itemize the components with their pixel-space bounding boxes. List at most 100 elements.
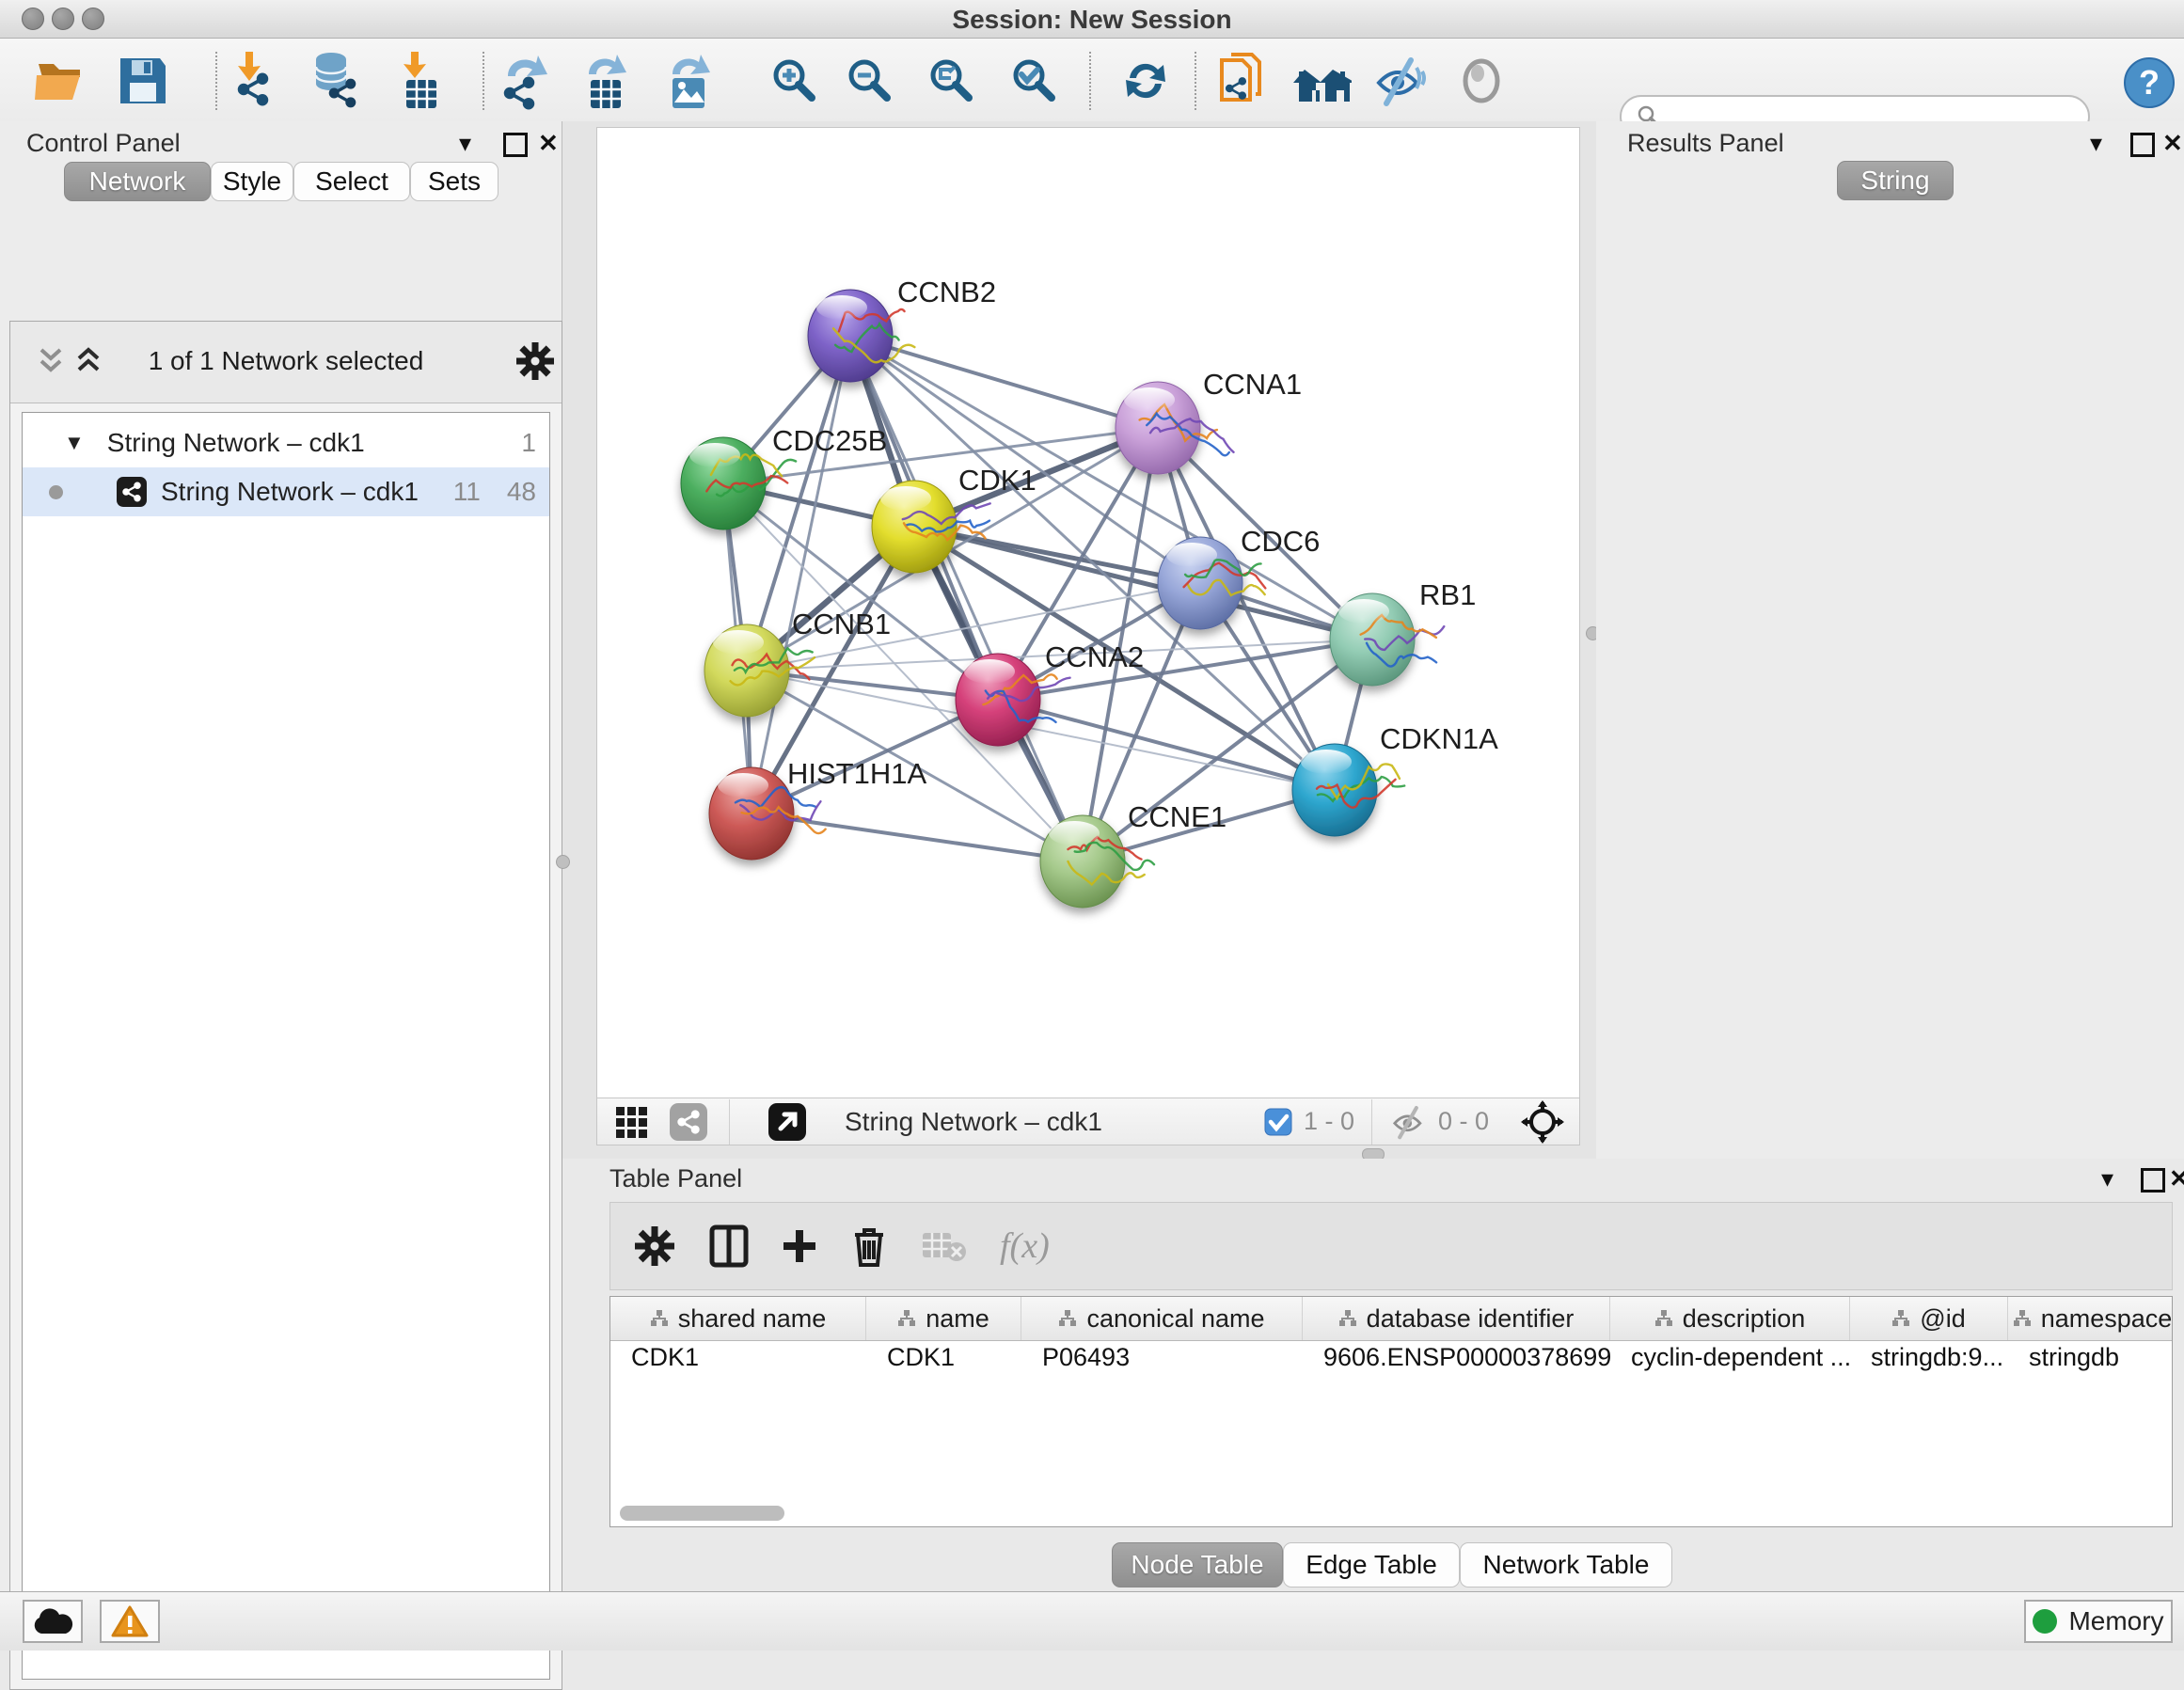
- zoom-fit-icon: [933, 62, 969, 98]
- node-label-HIST1H1A: HIST1H1A: [787, 757, 926, 790]
- hide-selected-button[interactable]: [1368, 50, 1430, 112]
- memory-status-dot-icon: [2033, 1609, 2057, 1634]
- export-network-icon: [504, 55, 547, 109]
- column-header-namespace[interactable]: namespace: [2008, 1297, 2172, 1340]
- node-label-CCNA1: CCNA1: [1203, 368, 1302, 401]
- table-cell[interactable]: P06493: [1021, 1343, 1303, 1379]
- export-image-button[interactable]: [656, 50, 718, 112]
- node-label-RB1: RB1: [1419, 578, 1476, 611]
- tab-sets[interactable]: Sets: [410, 162, 499, 201]
- table-cell[interactable]: CDK1: [610, 1343, 866, 1379]
- selected-checkbox-icon[interactable]: [1264, 1108, 1292, 1136]
- node-label-CCNE1: CCNE1: [1128, 800, 1227, 833]
- network-collection-row[interactable]: ▼ String Network – cdk1 1: [23, 419, 549, 467]
- panel-menu-caret-icon[interactable]: ▾: [2101, 1164, 2113, 1193]
- panel-menu-caret-icon[interactable]: ▾: [459, 129, 471, 158]
- home-button[interactable]: [1290, 50, 1353, 112]
- panel-float-icon[interactable]: [2130, 133, 2155, 157]
- cloud-button[interactable]: [23, 1600, 83, 1643]
- panel-close-icon[interactable]: ✕: [2169, 1164, 2184, 1193]
- panel-close-icon[interactable]: ✕: [538, 129, 559, 158]
- node-CDKN1A[interactable]: CDKN1A: [1292, 722, 1498, 836]
- save-session-button[interactable]: [112, 50, 174, 112]
- column-header-databaseidentifier[interactable]: database identifier: [1303, 1297, 1610, 1340]
- node-RB1[interactable]: RB1: [1330, 578, 1476, 686]
- network-graph[interactable]: CCNB2CCNA1CDC25BCDK1CDC6RB1CCNB1CCNA2CDK…: [597, 128, 1579, 1098]
- import-network-file-button[interactable]: [223, 50, 285, 112]
- open-folder-icon: [33, 55, 91, 107]
- table-cell[interactable]: stringdb:9...: [1850, 1343, 2008, 1379]
- show-columns-icon[interactable]: [708, 1224, 750, 1269]
- warnings-button[interactable]: [100, 1600, 160, 1643]
- network-canvas[interactable]: CCNB2CCNA1CDC25BCDK1CDC6RB1CCNB1CCNA2CDK…: [596, 127, 1580, 1098]
- horizontal-scrollbar[interactable]: [620, 1506, 784, 1521]
- edge-HIST1H1A-CCNE1[interactable]: [752, 813, 1083, 861]
- panel-close-icon[interactable]: ✕: [2162, 129, 2183, 158]
- export-network-button[interactable]: [493, 50, 555, 112]
- node-CCNE1[interactable]: CCNE1: [1040, 800, 1227, 908]
- edge-CCNB2-HIST1H1A[interactable]: [752, 336, 850, 813]
- import-network-database-button[interactable]: [303, 50, 365, 112]
- open-in-window-icon[interactable]: [768, 1102, 807, 1142]
- zoom-out-button[interactable]: [839, 50, 901, 112]
- panel-menu-caret-icon[interactable]: ▾: [2090, 129, 2102, 158]
- export-table-button[interactable]: [574, 50, 636, 112]
- pan-crosshair-icon[interactable]: [1521, 1100, 1564, 1144]
- zoom-fit-button[interactable]: [921, 50, 983, 112]
- help-icon: ?: [2122, 55, 2176, 110]
- import-network-icon: [238, 52, 268, 105]
- tab-node-table[interactable]: Node Table: [1112, 1542, 1283, 1587]
- zoom-in-button[interactable]: [764, 50, 826, 112]
- duplicate-style-button[interactable]: [1211, 50, 1274, 112]
- toolbar-separator: [483, 52, 484, 110]
- svg-text:?: ?: [2139, 63, 2160, 102]
- import-table-file-button[interactable]: [388, 50, 450, 112]
- gear-icon[interactable]: [514, 340, 556, 382]
- panel-float-icon[interactable]: [503, 133, 528, 157]
- node-count: 11: [453, 477, 481, 507]
- node-table[interactable]: shared namenamecanonical namedatabase id…: [609, 1296, 2173, 1527]
- node-label-CDC6: CDC6: [1241, 525, 1320, 558]
- main-toolbar: ?: [0, 39, 2184, 122]
- node-CCNA1[interactable]: CCNA1: [1116, 368, 1302, 474]
- tab-network-table[interactable]: Network Table: [1460, 1542, 1672, 1587]
- add-column-icon[interactable]: [780, 1226, 819, 1266]
- panel-float-icon[interactable]: [2141, 1168, 2165, 1192]
- open-session-button[interactable]: [31, 50, 93, 112]
- table-row[interactable]: CDK1CDK1P064939606.ENSP00000378699cyclin…: [610, 1343, 2172, 1379]
- tab-network[interactable]: Network: [64, 162, 211, 201]
- network-row[interactable]: String Network – cdk1 11 48: [23, 467, 549, 516]
- memory-button[interactable]: Memory: [2024, 1600, 2173, 1643]
- column-header-sharedname[interactable]: shared name: [610, 1297, 866, 1340]
- column-header-description[interactable]: description: [1610, 1297, 1850, 1340]
- splitter-handle[interactable]: [556, 855, 570, 869]
- table-cell[interactable]: stringdb: [2008, 1343, 2172, 1379]
- apply-layout-button[interactable]: [1115, 50, 1177, 112]
- grid-view-icon[interactable]: [614, 1103, 652, 1141]
- tree-expand-caret-icon[interactable]: ▼: [64, 431, 85, 455]
- column-header-id[interactable]: @id: [1850, 1297, 2008, 1340]
- houses-icon: [1293, 70, 1352, 102]
- zoom-selected-icon: [1016, 62, 1052, 98]
- hidden-eye-slash-icon: [1387, 1104, 1429, 1140]
- column-header-name[interactable]: name: [866, 1297, 1021, 1340]
- network-view-mode-icon[interactable]: [669, 1102, 708, 1142]
- delete-column-icon[interactable]: [849, 1224, 889, 1269]
- table-cell[interactable]: CDK1: [866, 1343, 1021, 1379]
- gear-icon[interactable]: [633, 1224, 676, 1268]
- table-cell[interactable]: 9606.ENSP00000378699: [1303, 1343, 1610, 1379]
- column-header-canonicalname[interactable]: canonical name: [1021, 1297, 1303, 1340]
- tab-style[interactable]: Style: [211, 162, 293, 201]
- tab-string[interactable]: String: [1837, 161, 1954, 200]
- edge-CCNB2-CCNA1[interactable]: [850, 336, 1158, 428]
- node-label-CDC25B: CDC25B: [772, 424, 887, 457]
- tab-select[interactable]: Select: [293, 162, 410, 201]
- node-HIST1H1A[interactable]: HIST1H1A: [709, 757, 926, 860]
- control-panel-title: Control Panel: [26, 129, 181, 158]
- eye-icon: [1465, 61, 1497, 101]
- show-all-button[interactable]: [1450, 50, 1512, 112]
- tab-edge-table[interactable]: Edge Table: [1283, 1542, 1460, 1587]
- zoom-selected-button[interactable]: [1004, 50, 1066, 112]
- table-cell[interactable]: cyclin-dependent ...: [1610, 1343, 1850, 1379]
- help-button[interactable]: ?: [2118, 52, 2180, 114]
